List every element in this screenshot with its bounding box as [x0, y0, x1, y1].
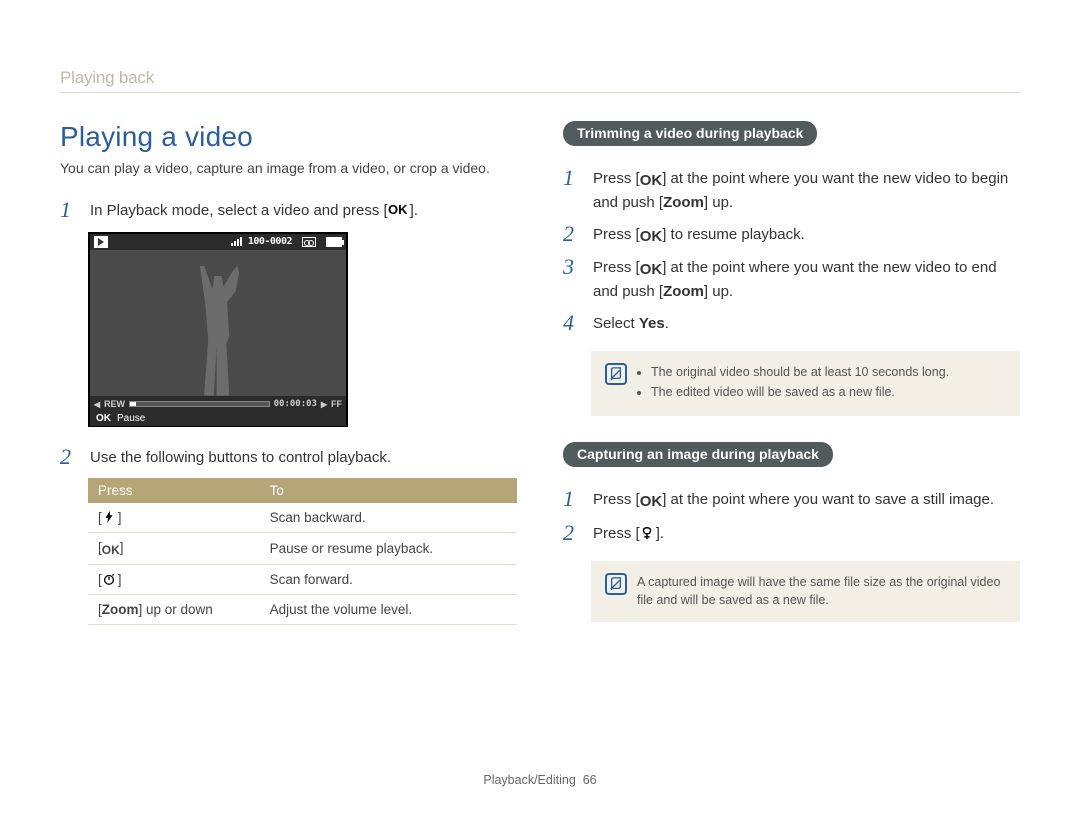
tape-icon: [302, 237, 316, 247]
step-number: 1: [563, 488, 585, 513]
content-columns: Playing a video You can play a video, ca…: [60, 121, 1020, 648]
table-row: [] Scan backward.: [88, 503, 517, 533]
step-text: Press [OK] at the point where you want t…: [593, 257, 1020, 303]
battery-icon: [326, 237, 342, 247]
svg-text:OK: OK: [388, 203, 408, 217]
right-column: Trimming a video during playback 1 Press…: [563, 121, 1020, 648]
step-text: Press [OK] at the point where you want t…: [593, 168, 1020, 214]
table-row: [OK] Pause or resume playback.: [88, 533, 517, 565]
ok-icon: OK: [640, 170, 663, 192]
step-number: 3: [563, 256, 585, 303]
left-column: Playing a video You can play a video, ca…: [60, 121, 517, 648]
ok-icon: OK: [102, 543, 120, 557]
note-bullet: The original video should be at least 10…: [651, 363, 949, 382]
note-bullet: The edited video will be saved as a new …: [651, 383, 949, 402]
step-number: 2: [563, 223, 585, 248]
note-icon: [605, 573, 627, 595]
ok-icon: OK: [640, 259, 663, 281]
section-title: Playing a video: [60, 121, 517, 153]
table-header-to: To: [260, 478, 517, 503]
capture-heading-pill: Capturing an image during playback: [563, 442, 833, 467]
step-text: Press [OK] at the point where you want t…: [593, 489, 1020, 513]
control-table: Press To [] Scan backward. [OK] Pause or…: [88, 478, 517, 625]
flash-icon: [102, 510, 118, 524]
ok-icon: OK: [640, 226, 663, 248]
breadcrumb: Playing back: [60, 68, 1020, 93]
table-header-press: Press: [88, 478, 260, 503]
left-step-2: 2 Use the following buttons to control p…: [60, 447, 517, 469]
step-text: In Playback mode, select a video and pre…: [90, 200, 517, 222]
capture-step-2: 2 Press [].: [563, 523, 1020, 545]
table-row: [Zoom] up or down Adjust the volume leve…: [88, 595, 517, 625]
page-footer: Playback/Editing 66: [0, 773, 1080, 787]
step-number: 2: [60, 446, 82, 469]
footer-section: Playback/Editing: [483, 773, 575, 787]
left-step-1: 1 In Playback mode, select a video and p…: [60, 200, 517, 222]
step-number: 2: [563, 522, 585, 545]
progress-track: [129, 401, 270, 407]
trim-step-1: 1 Press [OK] at the point where you want…: [563, 168, 1020, 214]
pause-label: Pause: [117, 413, 145, 424]
trim-step-3: 3 Press [OK] at the point where you want…: [563, 257, 1020, 303]
note-text: A captured image will have the same file…: [637, 573, 1006, 611]
lcd-progress-bar: ◂ REW 00:00:03 ▸ FF: [90, 396, 346, 412]
ok-icon: OK: [388, 203, 410, 217]
file-index: 100-0002: [248, 236, 292, 247]
lcd-bottom-bar: OK Pause: [90, 412, 346, 426]
trim-note-box: The original video should be at least 10…: [591, 351, 1020, 417]
camera-lcd-screenshot: 100-0002 ◂ REW 00:00:03 ▸ FF OK: [88, 232, 348, 427]
lcd-video-frame: [90, 250, 346, 396]
capture-note-box: A captured image will have the same file…: [591, 561, 1020, 623]
trimming-heading-pill: Trimming a video during playback: [563, 121, 817, 146]
elapsed-time: 00:00:03: [274, 399, 317, 409]
person-silhouette: [183, 266, 253, 396]
ff-label: FF: [331, 399, 342, 409]
ok-icon: OK: [640, 491, 663, 513]
intro-text: You can play a video, capture an image f…: [60, 159, 517, 178]
rew-label: REW: [104, 399, 125, 409]
trim-step-4: 4 Select Yes.: [563, 313, 1020, 335]
note-icon: [605, 363, 627, 385]
lcd-top-bar: 100-0002: [90, 234, 346, 250]
step-number: 1: [563, 167, 585, 214]
step-text: Press [OK] to resume playback.: [593, 224, 1020, 248]
capture-step-1: 1 Press [OK] at the point where you want…: [563, 489, 1020, 513]
step-text: Use the following buttons to control pla…: [90, 447, 517, 469]
play-indicator-icon: [94, 236, 108, 248]
macro-icon: [640, 526, 656, 540]
trim-step-2: 2 Press [OK] to resume playback.: [563, 224, 1020, 248]
step-text: Press [].: [593, 523, 1020, 545]
timer-icon: [102, 572, 118, 586]
footer-page-number: 66: [583, 773, 597, 787]
ok-label: OK: [96, 413, 111, 424]
page: Playing back Playing a video You can pla…: [0, 0, 1080, 815]
step-number: 4: [563, 312, 585, 335]
step-text: Select Yes.: [593, 313, 1020, 335]
step-number: 1: [60, 199, 82, 222]
volume-bars-icon: [231, 237, 242, 246]
table-row: [] Scan forward.: [88, 565, 517, 595]
